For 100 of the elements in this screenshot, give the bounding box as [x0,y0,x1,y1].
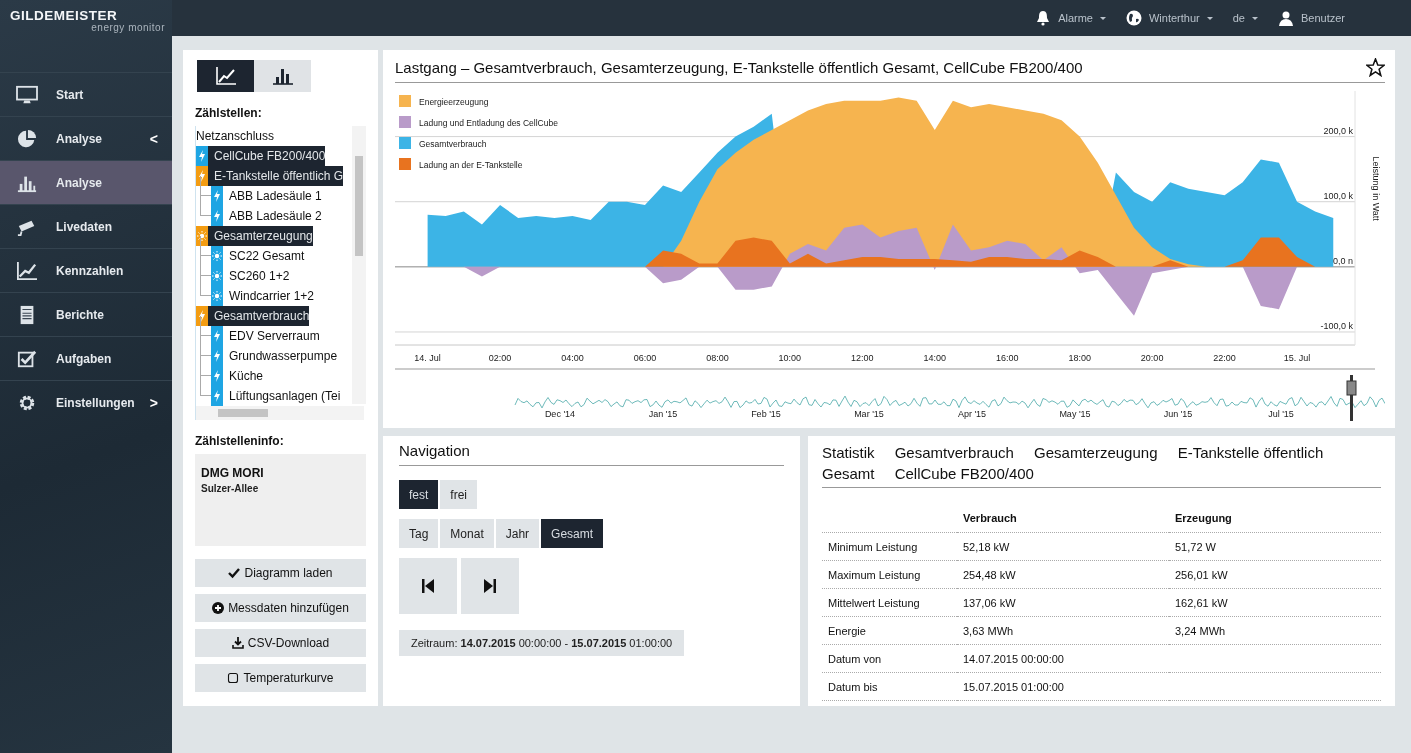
line-chart-icon [215,67,236,85]
statistics-title: Statistik Gesamtverbrauch Gesamterzeugung E-Tankstelle öffentlich Gesamt CellCube FB200/400 [822,442,1381,488]
x-tick-label: 22:00 [1213,353,1236,363]
table-cell: 3,63 MWh [963,624,1014,637]
x-tick-label: 10:00 [778,353,802,363]
next-button[interactable] [461,558,519,614]
tree-item[interactable]: Gesamtverbrauch [196,306,310,326]
row-label: Mittelwert Leistung [822,588,957,617]
globe-icon [1125,10,1142,26]
chart-title: Lastgang – Gesamtverbrauch, Gesamterzeugung, E-Tankstelle öffentlich Gesamt, CellCube FB200/400 [395,59,1083,76]
download-icon [231,637,244,649]
y-axis-label: Leistung in Watt [1371,156,1381,221]
period-button[interactable]: Gesamt [541,519,604,548]
section-heading: Zählstelleninfo: [195,434,285,448]
x-tick-label: 08:00 [706,353,729,363]
row-label: Datum bis [822,672,957,701]
meter-name: DMG MORI [201,466,265,480]
tree-item[interactable]: EDV Serverraum [211,326,349,346]
star-icon[interactable] [1366,58,1385,77]
action-button[interactable]: Temperaturkurve [195,664,366,692]
brand-tagline: energy monitor [91,22,165,33]
period-button[interactable]: Tag [399,519,439,548]
sidebar-label: Livedaten [56,219,113,234]
action-button[interactable]: Diagramm laden [195,559,366,587]
mode-button[interactable]: frei [440,480,477,509]
row-label: Maximum Leistung [822,560,957,589]
y-tick-label: -100,0 k [1320,320,1353,331]
table-cell: 51,72 W [1175,540,1216,553]
tree-item[interactable]: SC22 Gesamt [211,246,349,266]
topbar-menu[interactable]: Benutzer [1277,10,1345,26]
x-tick-label: 20:00 [1140,353,1164,363]
x-tick-label: 14:00 [923,353,947,363]
y-tick-label: 200,0 k [1323,125,1353,136]
bar-chart-icon [272,67,293,85]
tree-item[interactable]: Küche [211,366,349,386]
tree-item[interactable]: SC260 1+2 [211,266,349,286]
checkmark-icon [228,567,241,579]
table-cell: 162,61 kW [1175,596,1228,609]
checkbox-icon [227,672,240,684]
x-tick-label: 04:00 [561,353,584,363]
skip-back-icon [422,579,434,593]
sidebar-label: Kennzahlen [56,263,125,278]
tree-item[interactable]: Lüftungsanlagen (Tei [211,386,349,406]
checkbox-icon [16,348,38,369]
view-toggle-button[interactable] [254,60,311,92]
pie-chart-icon [16,128,38,149]
bell-icon [1035,10,1052,26]
timeline-label: Mar '15 [854,409,884,419]
horizontal-scrollbar[interactable] [196,406,364,420]
y-tick-label: 100,0 k [1323,190,1353,201]
table-cell: 137,06 kW [963,596,1016,609]
mode-button[interactable]: fest [399,480,439,509]
legend-label[interactable]: Gesamtverbrauch [419,139,487,149]
monitor-icon [16,84,38,105]
timeline-label: Feb '15 [751,409,781,419]
tree-item[interactable]: ABB Ladesäule 2 [211,206,349,226]
topbar-menu[interactable]: Winterthur [1125,10,1213,26]
tree-item[interactable]: Windcarrier 1+2 [211,286,349,306]
tree-item[interactable]: Netzanschluss [196,126,275,146]
table-cell: 14.07.2015 00:00:00 [963,652,1064,665]
table-cell: 3,24 MWh [1175,624,1226,637]
row-label: Energie [822,616,957,645]
action-button[interactable]: CSV-Download [195,629,366,657]
tree-item[interactable]: Gesamterzeugung [196,226,313,246]
sidebar-label: Aufgaben [56,351,113,366]
topbar-menu[interactable]: Alarme [1035,10,1106,26]
table-cell: 256,01 kW [1175,568,1228,581]
tree-item[interactable]: Grundwasserpumpe [211,346,349,366]
x-tick-label: 12:00 [851,353,874,363]
sidebar-item[interactable]: Analyse [0,160,172,204]
table-cell: 15.07.2015 01:00:00 [963,680,1064,693]
range-handle[interactable] [1346,375,1357,421]
previous-button[interactable] [399,558,457,614]
legend-label[interactable]: Ladung und Entladung des CellCube [419,118,558,128]
action-button[interactable]: Messdaten hinzufügen [195,594,366,622]
chevron-text: < [149,130,158,147]
vertical-scrollbar[interactable] [352,126,366,404]
chevron-text: > [149,394,158,411]
period-button[interactable]: Monat [440,519,494,548]
legend-label[interactable]: Ladung an der E-Tankstelle [419,160,523,170]
timeline-label: Apr '15 [957,409,987,419]
sidebar-label: Analyse [56,131,104,146]
tree-item[interactable]: CellCube FB200/400 [196,146,326,166]
y-tick-label: 0,0 n [1332,255,1353,266]
table-cell: 52,18 kW [963,540,1010,553]
timeline-label: Jul '15 [1268,409,1294,419]
x-tick-label: 18:00 [1068,353,1091,363]
timeline-label: Jan '15 [648,409,678,419]
topbar-menu[interactable]: de [1232,12,1258,24]
timeline-label: Jun '15 [1163,409,1193,419]
section-heading: Zählstellen: [195,106,263,120]
view-toggle-button[interactable] [197,60,254,92]
period-button[interactable]: Jahr [495,519,540,548]
legend-label[interactable]: Energieerzeugung [419,97,489,107]
meter-address: Sulzer-Allee [201,483,260,494]
row-label: Datum von [822,644,957,673]
tree-item[interactable]: E-Tankstelle öffentlich G [196,166,344,186]
x-tick-label: 16:00 [995,353,1019,363]
tree-item[interactable]: ABB Ladesäule 1 [211,186,349,206]
date-range-label: Zeitraum: 14.07.2015 00:00:00 - 15.07.2015 01:00:00 [399,630,685,656]
